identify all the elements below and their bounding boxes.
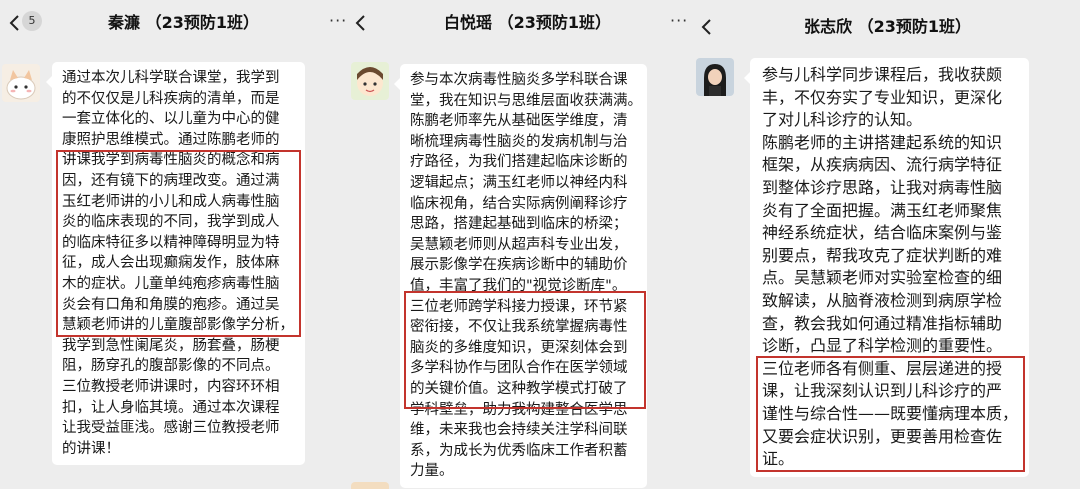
message-line: 学科壁垒，助力我构建整合医学思 — [410, 401, 628, 418]
message-line: 三位教授老师讲课时，内容环环相 — [62, 378, 280, 395]
more-dots-icon[interactable]: ··· — [670, 10, 688, 32]
message-line: 晰梳理病毒性脑炎的发病机制与治 — [410, 133, 628, 150]
chat-header: 张志欣 （23预防1班） — [696, 0, 1080, 46]
message-line: 通过本次儿科学联合课堂，我学到 — [62, 70, 280, 86]
message-line: 疗路径，为我们搭建起临床诊断的 — [410, 154, 628, 171]
message-line: 的临床特征多以精神障碍明显为特 — [62, 234, 280, 251]
message-line: 又要会症状识别，更要善用检查佐 — [762, 426, 1003, 446]
message-line: 三位老师跨学科接力授课，环节紧 — [410, 298, 628, 315]
message-line: 致解读，从脑脊液检测到病原学检 — [762, 290, 1003, 310]
message-line: 陈鹏老师的主讲搭建起系统的知识 — [762, 132, 1003, 152]
message-line: 思路，搭建起基础到临床的桥梁； — [410, 216, 628, 233]
message-line: 逻辑起点；满玉红老师以神经内科 — [410, 174, 628, 191]
message-line: 康照护思维模式。通过陈鹏老师的 — [62, 131, 280, 148]
message-line: 展示影像学在疾病诊断中的辅助价 — [410, 257, 628, 274]
message-line: 系，为成长为优秀临床工作者积蓄 — [410, 442, 628, 459]
chat-title: 秦濂 （23预防1班） — [108, 13, 259, 32]
chat-title: 白悦瑶 （23预防1班） — [444, 13, 611, 32]
message-line: 丰，不仅夯实了专业知识，更深化 — [762, 87, 1003, 107]
unread-count-badge: 5 — [22, 11, 42, 31]
message-line: 让我受益匪浅。感谢三位教授老师 — [62, 420, 280, 437]
message-line: 密衔接，不仅让我系统掌握病毒性 — [410, 319, 628, 336]
message-line: 证。 — [762, 449, 795, 469]
message-line: 了对儿科诊疗的认知。 — [762, 110, 923, 130]
message-line: 诊断，凸显了科学检测的重要性。 — [762, 336, 1003, 356]
message-line: 吴慧颖老师则从超声科专业出发， — [410, 236, 628, 253]
message-bubble[interactable]: 参与本次病毒性脑炎多学科联合课 堂，我在知识与思维层面收获满满。 陈鹏老师率先从… — [394, 64, 647, 488]
message-line: 别要点，帮我攻克了症状判断的难 — [762, 245, 1003, 265]
chat-panel-1: 5 秦濂 （23预防1班） ··· 通过本次儿科学联合课堂，我学到 的不仅仅是儿… — [0, 0, 362, 489]
chat-panel-2: 白悦瑶 （23预防1班） ··· 参与本次病毒性脑炎多学科联合课 堂，我在知识与… — [348, 0, 696, 489]
chat-panel-3: 张志欣 （23预防1班） 参与儿科学同步课程后，我收获颇 丰，不仅夯实了专业知识… — [696, 0, 1080, 489]
message-line: 的不仅仅是儿科疾病的清单，而是 — [62, 90, 280, 107]
message-line: 一套立体化的、以儿童为中心的健 — [62, 111, 280, 128]
more-dots-icon[interactable]: ··· — [329, 10, 347, 32]
chat-title: 张志欣 （23预防1班） — [804, 17, 971, 36]
message-line: 谨性与综合性——既要懂病理本质， — [762, 403, 1019, 423]
message-line: 陈鹏老师率先从基础医学维度，清 — [410, 113, 628, 130]
message-line: 多学科协作与团队合作在医学领域 — [410, 360, 628, 377]
message-line: 框架，从疾病病因、流行病学特征 — [762, 155, 1003, 175]
message-line: 维，未来我也会持续关注学科间联 — [410, 422, 628, 439]
avatar[interactable] — [2, 64, 40, 102]
message-line: 查，教会我如何通过精准指标辅助 — [762, 313, 1003, 333]
message-line: 炎的临床表现的不同，我学到成人 — [62, 214, 280, 231]
message-line: 堂，我在知识与思维层面收获满满。 — [410, 92, 642, 109]
message-line: 讲课我学到病毒性脑炎的概念和病 — [62, 152, 280, 169]
message-line: 炎有了全面把握。满玉红老师聚焦 — [762, 200, 1003, 220]
message-line: 玉红老师讲的小儿和成人病毒性脑 — [62, 193, 280, 210]
chevron-left-icon[interactable] — [354, 14, 368, 32]
message-line: 到整体诊疗思路，让我对病毒性脑 — [762, 177, 1003, 197]
chat-header: 5 秦濂 （23预防1班） ··· — [0, 0, 362, 46]
message-line: 征，成人会出现癫痫发作，肢体麻 — [62, 255, 280, 272]
next-message-avatar — [351, 482, 389, 489]
message-line: 点。吴慧颖老师对实验室检查的细 — [762, 268, 1003, 288]
message-line: 脑炎的多维度知识，更深刻体会到 — [410, 339, 628, 356]
message-line: 参与本次病毒性脑炎多学科联合课 — [410, 72, 628, 88]
message-line: 力量。 — [410, 463, 454, 480]
message-bubble[interactable]: 通过本次儿科学联合课堂，我学到 的不仅仅是儿科疾病的清单，而是 一套立体化的、以… — [46, 62, 305, 466]
message-line: 木的症状。儿童单纯疱疹病毒性脑 — [62, 275, 280, 292]
message-line: 因，还有镜下的病理改变。通过满 — [62, 172, 280, 189]
avatar[interactable] — [696, 58, 734, 96]
chevron-left-icon[interactable] — [8, 14, 22, 32]
message-line: 参与儿科学同步课程后，我收获颇 — [762, 65, 1003, 84]
avatar[interactable] — [351, 62, 389, 100]
message-line: 阻，肠穿孔的腹部影像的不同点。 — [62, 358, 280, 375]
message-line: 的讲课！ — [62, 440, 120, 457]
message-line: 我学到急性阑尾炎，肠套叠，肠梗 — [62, 337, 280, 354]
message-line: 慧颖老师讲的儿童腹部影像学分析， — [62, 317, 294, 334]
message-line: 神经系统症状，结合临床案例与鉴 — [762, 223, 1003, 243]
message-line: 扣，让人身临其境。通过本次课程 — [62, 399, 280, 416]
message-bubble[interactable]: 参与儿科学同步课程后，我收获颇 丰，不仅夯实了专业知识，更深化 了对儿科诊疗的认… — [744, 58, 1029, 477]
message-line: 课，让我深刻认识到儿科诊疗的严 — [762, 381, 1003, 401]
message-line: 值，丰富了我们的"视觉诊断库"。 — [410, 277, 627, 294]
message-line: 三位老师各有侧重、层层递进的授 — [762, 358, 1003, 378]
message-line: 炎会有口角和角膜的疱疹。通过吴 — [62, 296, 280, 313]
message-line: 的关键价值。这种教学模式打破了 — [410, 380, 628, 397]
message-line: 临床视角，结合实际病例阐释诊疗 — [410, 195, 628, 212]
chevron-left-icon[interactable] — [700, 18, 714, 36]
chat-header: 白悦瑶 （23预防1班） ··· — [348, 0, 696, 46]
